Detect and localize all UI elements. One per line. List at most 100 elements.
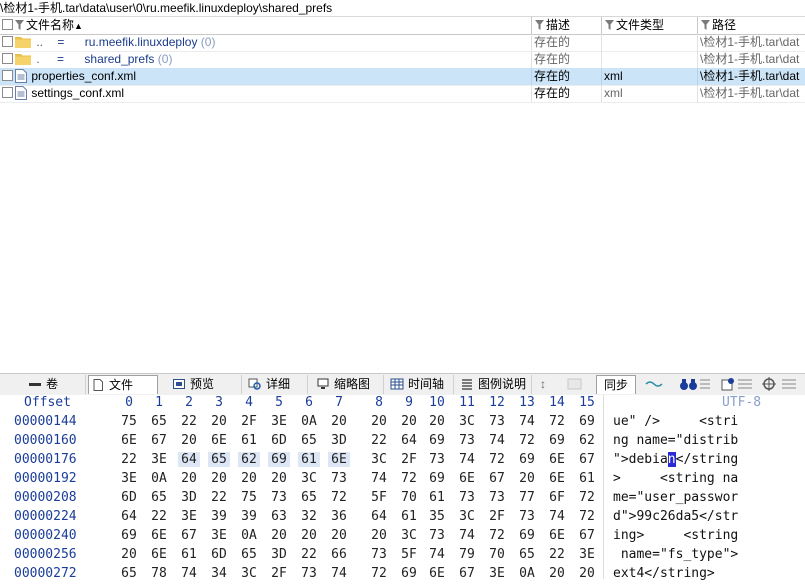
hex-byte[interactable]: 74 (456, 528, 478, 543)
binoculars-icon[interactable] (678, 376, 712, 393)
hex-byte[interactable]: 3C (456, 509, 478, 524)
target-icon[interactable] (760, 376, 800, 393)
hex-byte[interactable]: 20 (268, 471, 290, 486)
file-row-selected[interactable]: properties_conf.xml 存在的 xml \检材1-手机.tar\… (0, 68, 805, 86)
hex-byte[interactable]: 0A (148, 471, 170, 486)
hex-text[interactable]: ng name="distrib (613, 433, 738, 448)
hex-byte[interactable]: 2F (486, 509, 508, 524)
hex-byte[interactable]: 3D (268, 547, 290, 562)
hex-byte[interactable]: 66 (328, 547, 350, 562)
hex-byte[interactable]: 72 (328, 490, 350, 505)
hex-byte[interactable]: 73 (516, 509, 538, 524)
hex-byte[interactable]: 64 (398, 433, 420, 448)
hex-byte[interactable]: 6E (328, 452, 350, 467)
hex-byte[interactable]: 77 (516, 490, 538, 505)
hex-byte[interactable]: 6E (456, 471, 478, 486)
hex-row[interactable]: 00000256 20 6E 61 6D 65 3D 22 66 73 5F 74 79 70 65 22 3E… (0, 547, 805, 566)
hex-byte[interactable]: 22 (208, 490, 230, 505)
hex-byte[interactable]: 35 (426, 509, 448, 524)
filter-icon[interactable] (605, 20, 614, 30)
filter-icon[interactable] (15, 20, 24, 30)
column-header-type[interactable]: 文件类型 (602, 17, 698, 34)
hex-byte[interactable]: 64 (118, 509, 140, 524)
hex-row[interactable]: 00000208 6D 65 3D 22 75 73 65 72 5F 70 61 73 73 77 6F 72… (0, 490, 805, 509)
hex-byte[interactable]: 65 (298, 490, 320, 505)
hex-text[interactable]: name="fs_type"> (613, 547, 738, 562)
hex-row[interactable]: 00000240 69 6E 67 3E 0A 20 20 20 20 3C 73 74 72 69 6E 67… (0, 528, 805, 547)
row-checkbox[interactable] (2, 36, 13, 47)
hex-byte[interactable]: 61 (238, 433, 260, 448)
hex-row[interactable]: 00000224 64 22 3E 39 39 63 32 36 64 61 35 3C 2F 73 74 72… (0, 509, 805, 528)
hex-byte[interactable]: 3C (456, 414, 478, 429)
hex-row[interactable]: 00000144 75 65 22 20 2F 3E 0A 20 20 20 20 3C 73 74 72 69… (0, 414, 805, 433)
hex-row[interactable]: 00000176 22 3E 64 65 62 69 61 6E 3C 2F 73 74 72 69 6E 67… (0, 452, 805, 471)
hex-byte[interactable]: 73 (426, 528, 448, 543)
hex-byte[interactable]: 20 (118, 547, 140, 562)
hex-byte[interactable]: 3E (576, 547, 598, 562)
hex-byte[interactable]: 73 (486, 490, 508, 505)
hex-row[interactable]: 00000192 3E 0A 20 20 20 20 3C 73 74 72 69 6E 67 20 6E 61… (0, 471, 805, 490)
tab-detail[interactable]: 详细 (246, 375, 308, 394)
hex-text[interactable]: d">99c26da5</str (613, 509, 738, 524)
hex-byte[interactable]: 22 (118, 452, 140, 467)
hex-byte[interactable]: 74 (546, 509, 568, 524)
hex-byte[interactable]: 20 (516, 471, 538, 486)
hex-byte[interactable]: 64 (178, 452, 200, 467)
file-list[interactable]: 文件名称▲ 描述 文件类型 路径 .. = ru.meefik.linuxdep… (0, 17, 805, 103)
hex-byte[interactable]: 73 (368, 547, 390, 562)
file-row[interactable]: settings_conf.xml 存在的 xml \检材1-手机.tar\da… (0, 85, 805, 103)
hex-byte[interactable]: 22 (148, 509, 170, 524)
hex-byte[interactable]: 6E (148, 547, 170, 562)
hex-byte[interactable]: 69 (516, 452, 538, 467)
hex-byte[interactable]: 79 (456, 547, 478, 562)
hex-byte[interactable]: 6E (546, 452, 568, 467)
hex-byte[interactable]: 20 (178, 433, 200, 448)
hex-byte[interactable]: 6F (546, 490, 568, 505)
hex-byte[interactable]: 69 (426, 433, 448, 448)
filter-icon[interactable] (535, 20, 544, 30)
hex-byte[interactable]: 72 (486, 528, 508, 543)
hex-byte[interactable]: 32 (298, 509, 320, 524)
hex-byte[interactable]: 69 (118, 528, 140, 543)
wave-icon[interactable] (644, 376, 666, 393)
hex-byte[interactable]: 6D (118, 490, 140, 505)
hex-text[interactable]: ue" /> <stri (613, 414, 738, 429)
hex-byte[interactable]: 69 (426, 471, 448, 486)
tab-timeline[interactable]: 时间轴 (388, 375, 454, 394)
hex-byte[interactable]: 3E (268, 414, 290, 429)
tab-file[interactable]: 文件 (88, 375, 158, 394)
hex-byte[interactable]: 20 (368, 528, 390, 543)
hex-byte[interactable]: 62 (238, 452, 260, 467)
hex-byte[interactable]: 72 (576, 490, 598, 505)
hex-byte[interactable]: 61 (426, 490, 448, 505)
hex-byte[interactable]: 72 (398, 471, 420, 486)
hex-byte[interactable]: 61 (398, 509, 420, 524)
hex-text[interactable]: ing> <string (613, 528, 738, 543)
hex-byte[interactable]: 74 (516, 414, 538, 429)
hex-byte[interactable]: 65 (298, 433, 320, 448)
hex-byte[interactable]: 6D (268, 433, 290, 448)
hex-byte[interactable]: 73 (486, 414, 508, 429)
hex-byte[interactable]: 62 (576, 433, 598, 448)
hex-byte[interactable]: 69 (268, 452, 290, 467)
hex-byte[interactable]: 69 (546, 433, 568, 448)
row-checkbox[interactable] (2, 53, 13, 64)
hex-byte[interactable]: 61 (178, 547, 200, 562)
hex-byte[interactable]: 20 (398, 414, 420, 429)
hex-byte[interactable]: 67 (576, 528, 598, 543)
column-header-name[interactable]: 文件名称▲ (0, 17, 532, 34)
hex-byte[interactable]: 36 (328, 509, 350, 524)
hex-byte[interactable]: 65 (516, 547, 538, 562)
hex-byte[interactable]: 72 (486, 452, 508, 467)
hex-byte[interactable]: 67 (576, 452, 598, 467)
column-header-path[interactable]: 路径 (698, 17, 805, 34)
file-row[interactable]: .. = ru.meefik.linuxdeploy (0) 存在的 \检材1-… (0, 34, 805, 52)
hex-byte[interactable]: 3C (398, 528, 420, 543)
hex-byte[interactable]: 3E (208, 528, 230, 543)
hex-byte[interactable]: 6D (208, 547, 230, 562)
hex-byte[interactable]: 72 (576, 509, 598, 524)
row-checkbox[interactable] (2, 87, 13, 98)
hex-byte[interactable]: 70 (486, 547, 508, 562)
hex-byte[interactable]: 22 (546, 547, 568, 562)
hex-byte[interactable]: 73 (268, 490, 290, 505)
